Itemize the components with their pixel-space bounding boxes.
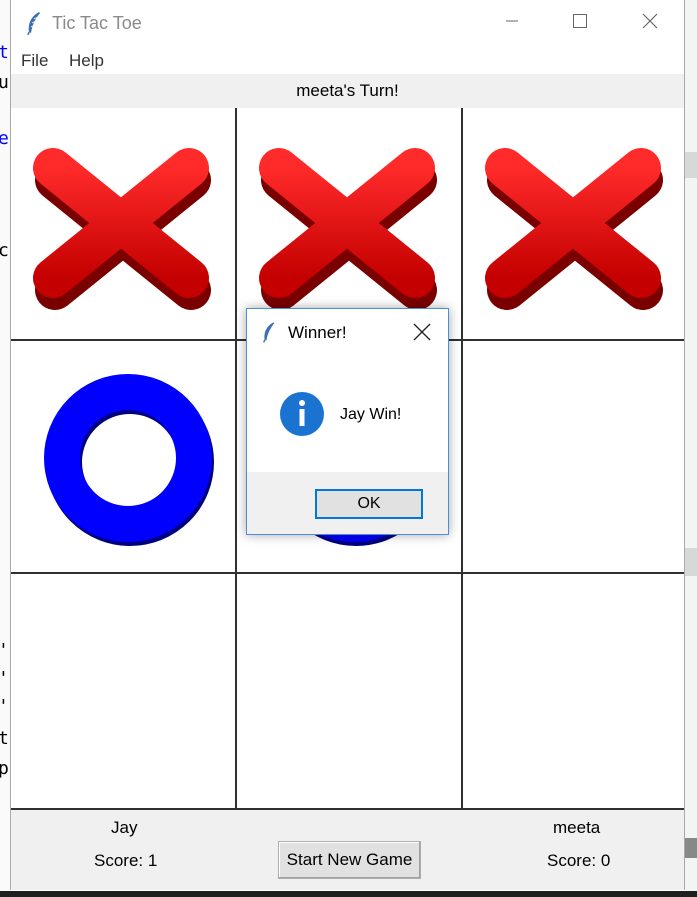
grid-line — [11, 572, 684, 574]
menu-help[interactable]: Help — [69, 51, 104, 71]
title-bar: Tic Tac Toe — [11, 0, 684, 46]
board-cell-3[interactable] — [463, 108, 684, 339]
ok-button[interactable]: OK — [315, 489, 423, 519]
background-editor: t u e c ' ' ' t p — [0, 0, 10, 897]
taskbar-strip — [0, 891, 697, 897]
board-cell-9[interactable] — [463, 574, 684, 810]
app-feather-icon — [26, 11, 42, 40]
board-cell-8[interactable] — [237, 574, 461, 810]
close-icon — [642, 13, 658, 34]
window-title: Tic Tac Toe — [52, 13, 142, 33]
minimize-icon — [506, 14, 518, 32]
board-cell-2[interactable] — [237, 108, 461, 339]
board-cell-4[interactable] — [11, 341, 235, 572]
dialog-close-icon[interactable] — [413, 323, 431, 346]
player1-score: Score: 1 — [94, 851, 158, 870]
maximize-icon — [573, 13, 587, 33]
dialog-title: Winner! — [288, 323, 347, 342]
dialog-button-area: OK — [247, 472, 448, 534]
board-cell-1[interactable] — [11, 108, 235, 339]
start-new-game-button[interactable]: Start New Game — [278, 841, 421, 879]
score-footer: Jay Score: 1 Start New Game meeta Score:… — [11, 810, 684, 890]
minimize-button[interactable] — [477, 0, 547, 46]
menu-file[interactable]: File — [21, 51, 48, 71]
dialog-feather-icon — [262, 321, 276, 348]
turn-status: meeta's Turn! — [11, 74, 684, 108]
info-icon — [279, 391, 325, 442]
grid-line — [235, 108, 237, 810]
close-button[interactable] — [615, 0, 685, 46]
dialog-message: Jay Win! — [340, 406, 402, 423]
player2-score: Score: 0 — [547, 851, 611, 870]
board-cell-7[interactable] — [11, 574, 235, 810]
maximize-button[interactable] — [545, 0, 615, 46]
player2-name: meeta — [553, 818, 601, 837]
board-cell-6[interactable] — [463, 341, 684, 572]
winner-dialog: Winner! Jay Win! OK — [246, 308, 449, 535]
menu-bar: File Help — [11, 46, 684, 74]
player1-name: Jay — [111, 818, 138, 837]
grid-line — [461, 108, 463, 810]
